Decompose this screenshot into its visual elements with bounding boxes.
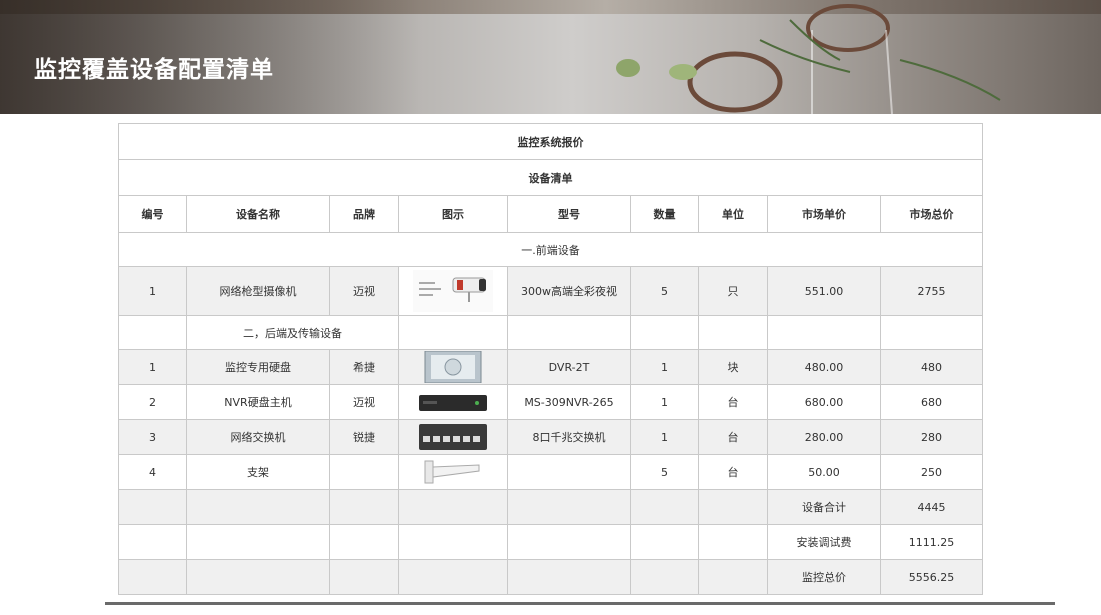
cell-quantity: 1 [630,349,699,385]
equipment-total-value: 4445 [879,489,984,525]
summary-row: 监控总价 5556.25 [118,559,984,595]
col-header-model: 型号 [507,195,631,233]
cell-device-name: 支架 [186,454,330,490]
summary-row: 安装调试费 1111.25 [118,524,984,560]
cell-model: DVR-2T [507,349,631,385]
cell-unit: 块 [698,349,768,385]
cell-brand [329,454,399,490]
col-header-total-price: 市场总价 [879,195,984,233]
install-fee-label: 安装调试费 [767,524,881,560]
cell-total-price: 480 [879,349,984,385]
cell-unit: 台 [698,454,768,490]
cell-model: 300w高端全彩夜视 [507,266,631,316]
table-row: 1 网络枪型摄像机 迈视 300w高端全彩夜视 5 只 551.00 2755 [118,266,984,316]
equipment-total-label: 设备合计 [767,489,881,525]
rosemary-sprigs [759,19,1001,101]
network-switch-image [419,424,487,450]
table-row: 3 网络交换机 锐捷 8口千兆交换机 1 台 280.00 280 [118,419,984,455]
glass-rim-right [806,4,890,52]
col-header-image: 图示 [398,195,508,233]
section-front-end: 一.前端设备 [117,232,984,267]
cell-device-name: 网络枪型摄像机 [186,266,330,316]
table-header-row: 编号 设备名称 品牌 图示 型号 数量 单位 市场单价 市场总价 [118,195,984,233]
section-row: 二，后端及传输设备 [118,315,984,350]
cell-number: 1 [118,349,187,385]
cell-total-price: 280 [879,419,984,455]
quotation-table: 监控系统报价 设备清单 编号 设备名称 品牌 图示 型号 数量 单位 市场单价 … [117,123,984,595]
nvr-recorder-image [419,395,487,411]
cell-quantity: 5 [630,454,699,490]
cell-model: MS-309NVR-265 [507,384,631,420]
table-title: 监控系统报价 [117,123,984,160]
cell-image [398,419,508,455]
cell-quantity: 5 [630,266,699,316]
cell-image [398,266,508,316]
wall-bracket-image [424,460,480,484]
cell-device-name: 网络交换机 [186,419,330,455]
col-header-unit-price: 市场单价 [767,195,881,233]
cell-unit-price: 280.00 [767,419,881,455]
header-banner: 监控覆盖设备配置清单 [0,0,1101,114]
page-title: 监控覆盖设备配置清单 [34,57,274,83]
cell-total-price: 680 [879,384,984,420]
table-subtitle: 设备清单 [117,159,984,196]
table-row: 1 监控专用硬盘 希捷 DVR-2T 1 块 480.00 480 [118,349,984,385]
cell-device-name: NVR硬盘主机 [186,384,330,420]
col-header-number: 编号 [118,195,187,233]
summary-row: 设备合计 4445 [118,489,984,525]
cell-number: 2 [118,384,187,420]
lime-slice-1 [616,59,640,77]
col-header-quantity: 数量 [630,195,699,233]
col-header-device-name: 设备名称 [186,195,330,233]
hard-disk-image [424,351,482,383]
cell-model [507,454,631,490]
cell-device-name: 监控专用硬盘 [186,349,330,385]
cell-number: 4 [118,454,187,490]
col-header-brand: 品牌 [329,195,399,233]
col-header-unit: 单位 [698,195,768,233]
cell-number: 3 [118,419,187,455]
cell-total-price: 2755 [879,266,984,316]
cell-image [398,454,508,490]
cell-brand: 迈视 [329,384,399,420]
cell-unit-price: 680.00 [767,384,881,420]
lime-slice-2 [669,64,697,80]
cell-model: 8口千兆交换机 [507,419,631,455]
glass-rim-left [687,51,783,113]
cell-brand: 锐捷 [329,419,399,455]
table-row: 2 NVR硬盘主机 迈视 MS-309NVR-265 1 台 680.00 68… [118,384,984,420]
grand-total-value: 5556.25 [879,559,984,595]
grand-total-label: 监控总价 [767,559,881,595]
cell-brand: 希捷 [329,349,399,385]
cell-unit-price: 50.00 [767,454,881,490]
cell-unit: 台 [698,384,768,420]
cell-quantity: 1 [630,419,699,455]
cell-unit: 只 [698,266,768,316]
cell-brand: 迈视 [329,266,399,316]
cell-unit-price: 480.00 [767,349,881,385]
cell-total-price: 250 [879,454,984,490]
cell-number: 1 [118,266,187,316]
install-fee-value: 1111.25 [879,524,984,560]
cell-quantity: 1 [630,384,699,420]
section-back-end: 二，后端及传输设备 [186,315,399,350]
cell-unit-price: 551.00 [767,266,881,316]
bottom-divider [105,602,1055,605]
cell-image [398,384,508,420]
cell-image [398,349,508,385]
bullet-camera-image [413,270,493,312]
table-row: 4 支架 5 台 50.00 250 [118,454,984,490]
cell-unit: 台 [698,419,768,455]
